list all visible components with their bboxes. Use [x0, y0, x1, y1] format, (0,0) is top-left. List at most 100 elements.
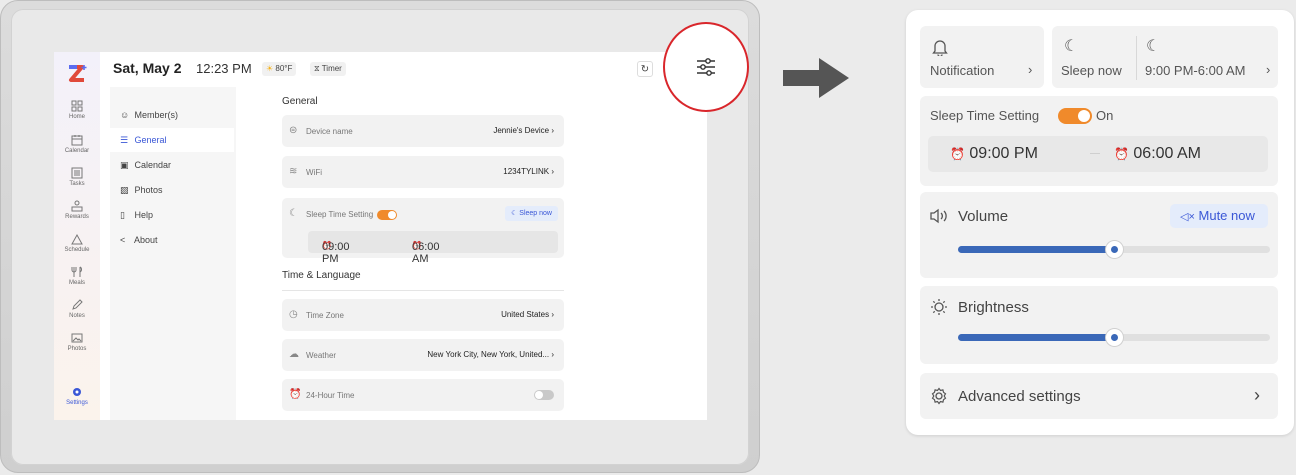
time-language-heading: Time & Language — [282, 270, 361, 281]
menu-label: Member(s) — [134, 110, 179, 120]
clock-icon: ◷ — [289, 309, 298, 320]
sleep-setting-label-wrap: Sleep Time Setting — [306, 210, 398, 220]
notification-tile[interactable]: Notification › — [920, 26, 1044, 88]
alarm-icon: ⏰ — [950, 147, 965, 161]
weather-chip[interactable]: ☀ 80°F — [262, 62, 297, 76]
sleep-now-label: Sleep now — [519, 210, 552, 217]
refresh-button[interactable]: ↻ — [637, 61, 653, 77]
nav-label: Calendar — [64, 148, 90, 154]
top-date: Sat, May 2 — [113, 60, 182, 76]
volume-slider[interactable] — [958, 241, 1270, 258]
image-icon: ▨ — [120, 185, 129, 195]
brightness-slider[interactable] — [958, 329, 1270, 346]
alarm-icon: ⏰ — [1114, 147, 1129, 161]
sleep-setting-card: ☾ Sleep Time Setting ☾ Sleep now ⏰ 09:00… — [282, 198, 564, 265]
sleep-schedule-tile[interactable]: ☾ 9:00 PM-6:00 AM › — [1138, 26, 1278, 88]
members-icon: ☺ — [120, 110, 130, 120]
nav-item-notes[interactable]: Notes — [54, 299, 100, 319]
section-divider — [282, 290, 564, 291]
wifi-row[interactable]: ≋ WiFi 1234TYLINK › — [282, 156, 564, 188]
meals-icon — [54, 266, 100, 279]
alarm-clock-icon: ⏰ — [289, 389, 302, 400]
sleep-time-range[interactable]: ⏰ 09:00 PM ⏰ 06:00 AM — [928, 136, 1268, 172]
sleep-setting-label: Sleep Time Setting — [306, 210, 374, 220]
weather-row[interactable]: ☁ Weather New York City, New York, Unite… — [282, 339, 564, 371]
wifi-icon: ≋ — [289, 166, 298, 177]
sleep-range-label: 9:00 PM-6:00 AM — [1145, 63, 1246, 78]
sliders-icon[interactable] — [696, 58, 716, 76]
moon-stars-icon: ☾ — [1064, 38, 1079, 55]
timer-chip[interactable]: ⧖ Timer — [310, 62, 346, 76]
nav-item-rewards[interactable]: Rewards — [54, 200, 100, 220]
timezone-row[interactable]: ◷ Time Zone United States › — [282, 299, 564, 331]
settings-menu-about[interactable]: < About — [110, 228, 234, 252]
weather-value: New York City, New York, United... — [427, 350, 550, 359]
speaker-mute-icon: ◁× — [1180, 211, 1195, 223]
weather-label: Weather — [306, 351, 337, 360]
chevron-right-icon: › — [1254, 385, 1260, 405]
sleep-time-toggle[interactable] — [1058, 108, 1092, 124]
nav-label: Schedule — [64, 247, 90, 253]
sleep-now-tile[interactable]: ☾ Sleep now — [1052, 26, 1132, 88]
settings-menu-general[interactable]: ☰ General — [110, 128, 234, 152]
nav-item-settings[interactable]: Settings — [54, 386, 100, 406]
menu-label: About — [134, 235, 158, 245]
sleep-toggle-state: On — [1096, 108, 1114, 123]
sleep-start-value: 09:00 PM — [969, 145, 1038, 162]
list-icon: ☰ — [120, 135, 129, 145]
brightness-slider-thumb[interactable] — [1106, 329, 1123, 346]
menu-label: Calendar — [134, 160, 172, 170]
moon-icon: ☾ — [511, 210, 518, 217]
app-logo-icon — [69, 65, 87, 82]
nav-item-schedule[interactable]: Schedule — [54, 233, 100, 253]
sleep-toggle[interactable] — [377, 210, 398, 220]
nav-item-home[interactable]: Home — [54, 100, 100, 120]
wifi-label: WiFi — [306, 168, 322, 177]
sleep-end: ⏰ 06:00 AM — [1114, 145, 1201, 163]
wifi-value: 1234TYLINK — [503, 167, 550, 176]
device-name-value: Jennie's Device — [493, 126, 550, 135]
menu-label: General — [134, 135, 167, 145]
calendar-check-icon: ▣ — [120, 160, 129, 170]
tile-separator — [1136, 36, 1137, 80]
device-name-row[interactable]: ⊜ Device name Jennie's Device › — [282, 115, 564, 147]
gear-icon — [931, 387, 947, 405]
hour24-label: 24-Hour Time — [306, 391, 355, 400]
settings-menu-calendar[interactable]: ▣ Calendar — [110, 153, 234, 177]
nav-item-meals[interactable]: Meals — [54, 266, 100, 286]
volume-slider-fill — [958, 246, 1114, 253]
settings-menu-help[interactable]: ▯ Help — [110, 203, 234, 227]
sleep-start: ⏰ 09:00 PM — [950, 145, 1038, 163]
settings-side-menu: ☺ Member(s) ☰ General ▣ Calendar ▨ Photo… — [110, 87, 236, 420]
timezone-value-wrap: United States › — [501, 310, 554, 319]
weather-temp: 80°F — [275, 64, 293, 73]
hourglass-icon: ⧖ — [314, 64, 320, 73]
rewards-icon — [54, 200, 100, 213]
schedule-icon — [54, 233, 100, 246]
nav-item-calendar[interactable]: Calendar — [54, 134, 100, 154]
chevron-right-icon: › — [551, 350, 554, 359]
volume-slider-thumb[interactable] — [1106, 241, 1123, 258]
settings-menu-photos[interactable]: ▨ Photos — [110, 178, 234, 202]
brightness-card: Brightness — [920, 286, 1278, 364]
wifi-value-wrap: 1234TYLINK › — [503, 167, 554, 176]
app-nav-rail: Home Calendar Tasks Rewards Schedule Mea… — [54, 52, 100, 420]
advanced-settings-row[interactable]: Advanced settings › — [920, 373, 1278, 419]
nav-label: Meals — [68, 280, 85, 286]
nav-item-photos[interactable]: Photos — [54, 332, 100, 352]
sleep-now-button[interactable]: ☾ Sleep now — [505, 206, 558, 221]
chevron-right-icon: › — [1028, 62, 1033, 77]
nav-label: Settings — [66, 400, 88, 406]
hour24-toggle-wrap — [530, 390, 554, 400]
timezone-value: United States — [501, 310, 550, 319]
mute-now-button[interactable]: ◁× Mute now — [1170, 204, 1268, 228]
hour24-toggle[interactable] — [534, 390, 554, 400]
nav-item-tasks[interactable]: Tasks — [54, 167, 100, 187]
sleep-time-range[interactable]: ⏰ 09:00 PM ⏰ 06:00 AM — [308, 231, 558, 265]
hour24-row: ⏰ 24-Hour Time — [282, 379, 564, 411]
device-name-label: Device name — [306, 127, 353, 136]
brightness-label: Brightness — [958, 299, 1029, 316]
sleep-quick-tile: ☾ Sleep now ☾ 9:00 PM-6:00 AM › — [1052, 26, 1278, 88]
chevron-right-icon: › — [551, 167, 554, 176]
settings-menu-members[interactable]: ☺ Member(s) — [110, 103, 234, 127]
